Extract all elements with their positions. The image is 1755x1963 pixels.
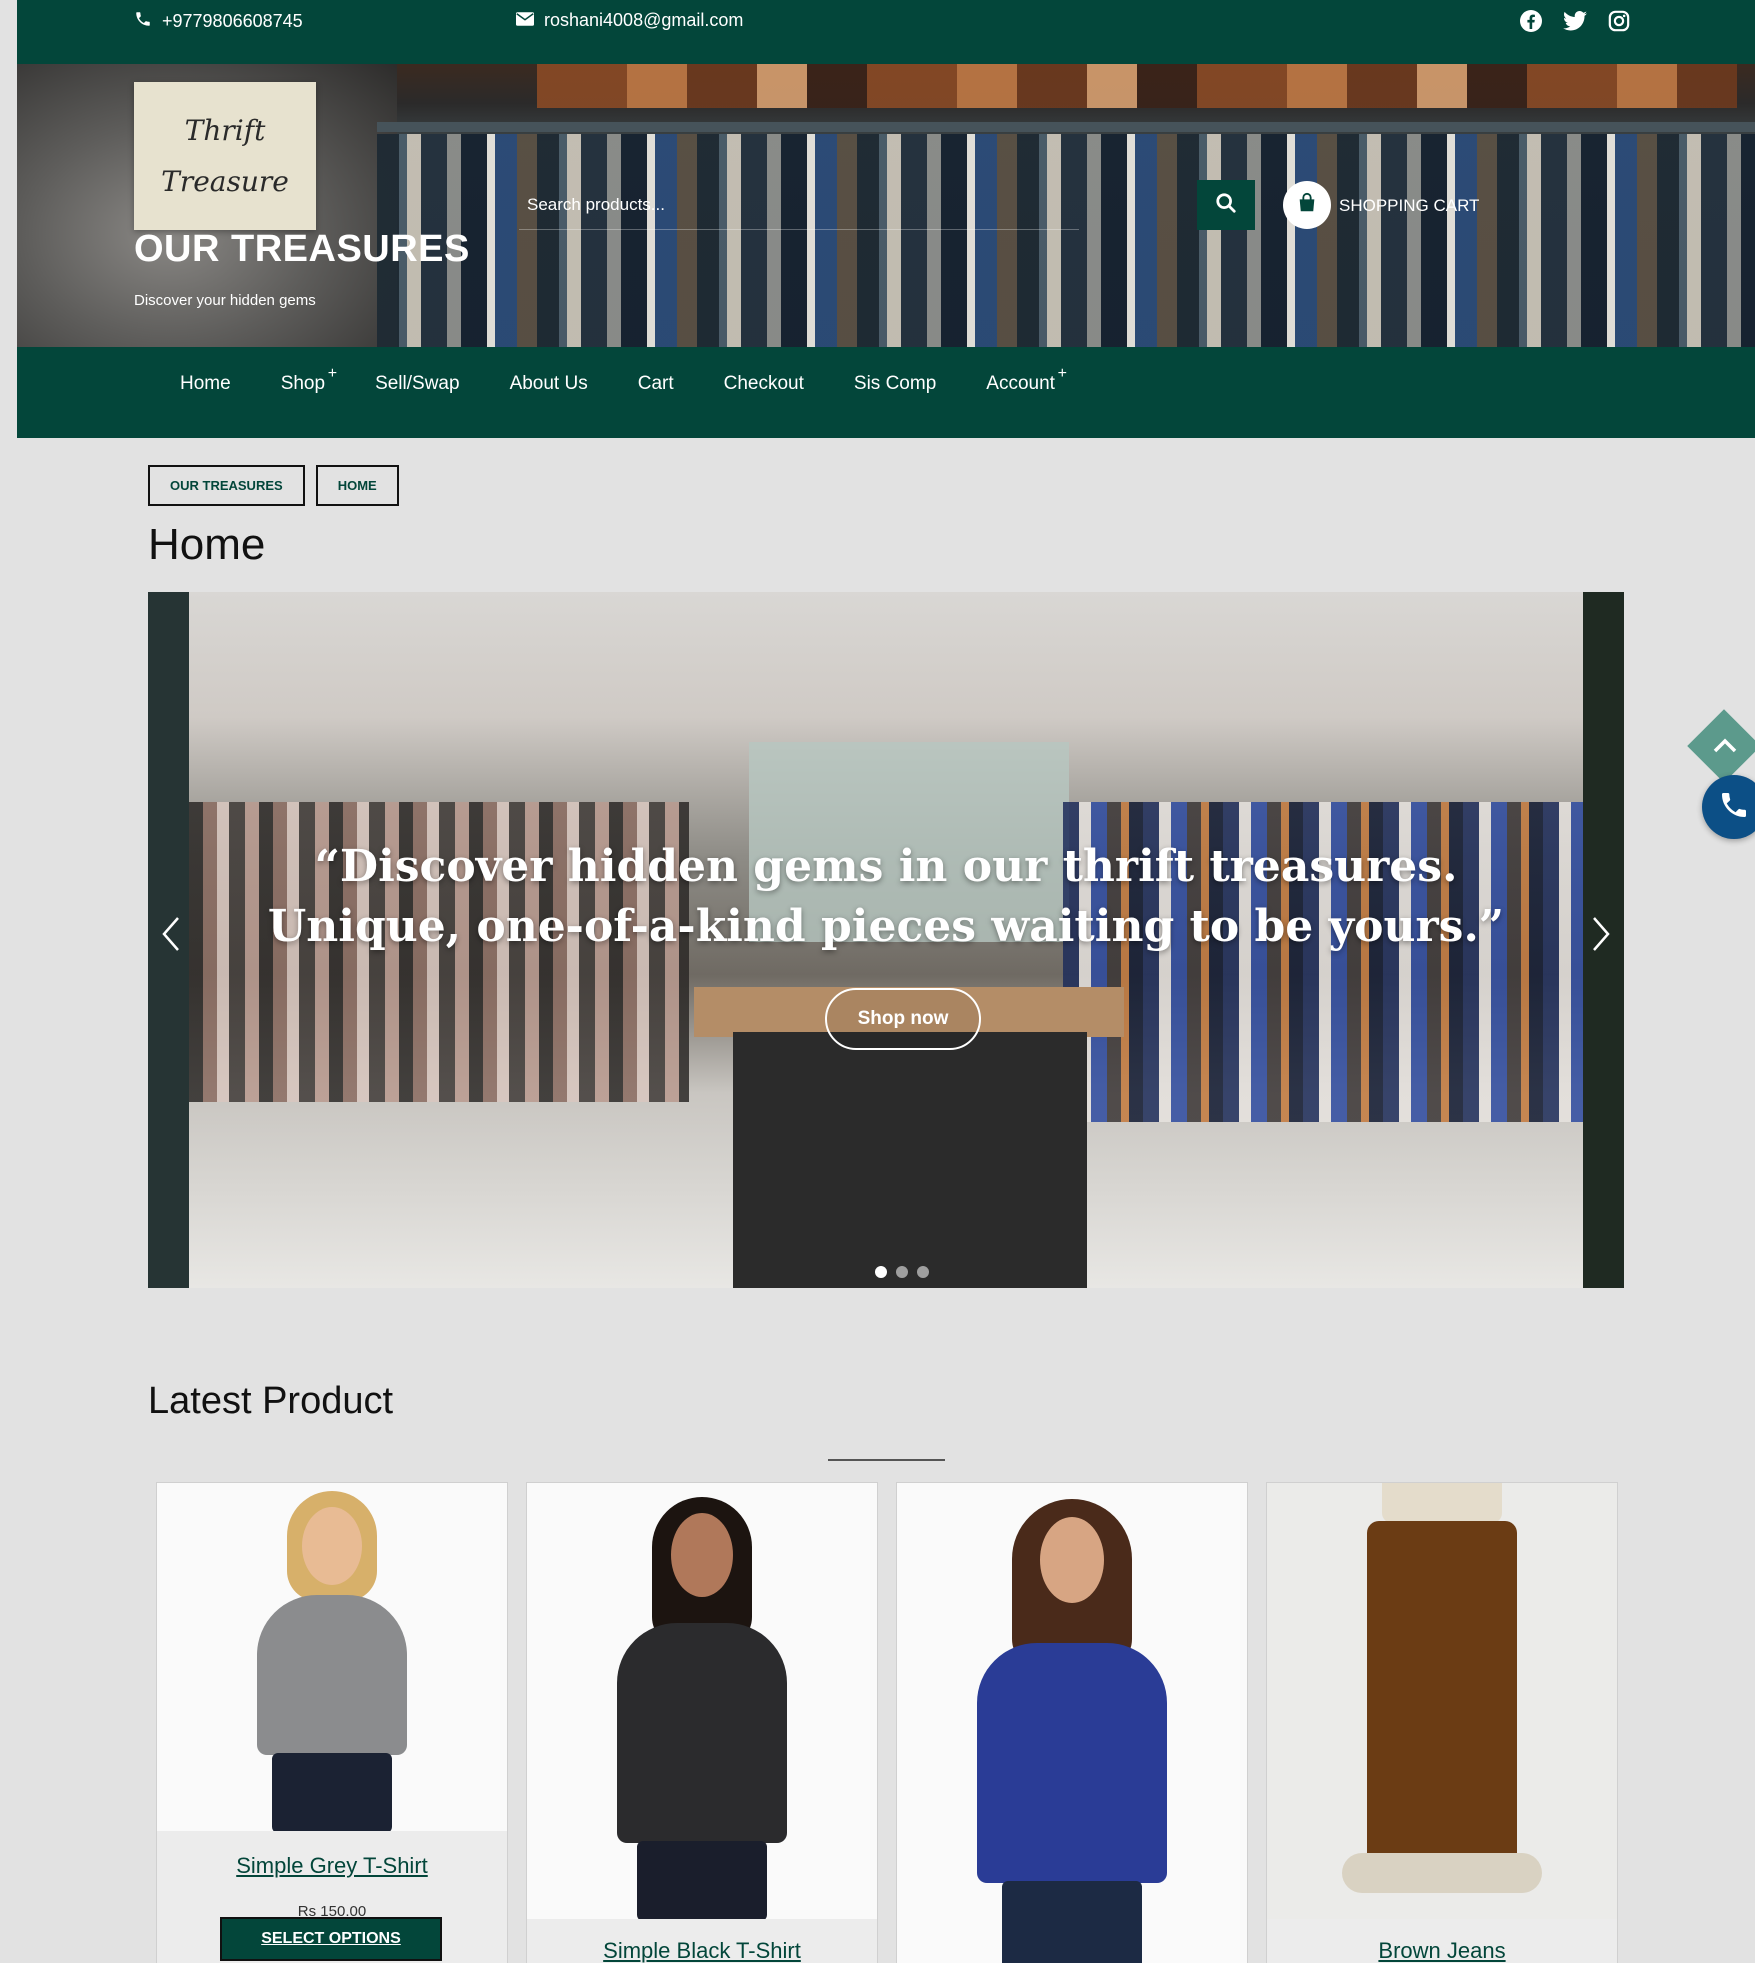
breadcrumb-item[interactable]: OUR TREASURES [148, 465, 305, 506]
latest-product-title: Latest Product [148, 1380, 394, 1422]
nav-label: Shop [280, 373, 326, 394]
instagram-icon[interactable] [1606, 8, 1632, 34]
product-image[interactable] [897, 1483, 1247, 1963]
phone-contact[interactable]: +9779806608745 [134, 10, 303, 33]
slide-quote: “Discover hidden gems in our thrift trea… [267, 841, 1505, 952]
product-image[interactable] [527, 1483, 877, 1919]
search-icon [1215, 192, 1237, 219]
slider-dots [875, 1266, 929, 1278]
mail-icon [516, 10, 534, 31]
page: +9779806608745 roshani4008@gmail.com Thr… [17, 0, 1755, 1963]
nav-label: Checkout [723, 373, 804, 394]
model-shoes [1342, 1853, 1542, 1893]
model-shirt [977, 1643, 1167, 1883]
site-tagline: Discover your hidden gems [134, 292, 316, 309]
social-links [1518, 8, 1632, 34]
hero-slider: “Discover hidden gems in our thrift trea… [148, 592, 1624, 1288]
model-pants [1367, 1521, 1517, 1861]
call-button[interactable] [1702, 775, 1755, 839]
shopping-bag-icon [1296, 192, 1318, 219]
breadcrumb: OUR TREASURES HOME [148, 465, 399, 506]
model-shirt [1382, 1483, 1502, 1523]
main-nav: Home Shop + Sell/Swap About Us Cart Check… [17, 347, 1755, 438]
shop-now-button[interactable]: Shop now [825, 988, 981, 1050]
product-image[interactable] [157, 1483, 507, 1831]
banner-bags-image [537, 64, 1737, 108]
product-name[interactable]: Brown Jeans [1267, 1938, 1617, 1963]
nav-item-about-us[interactable]: About Us [510, 373, 588, 395]
product-name[interactable]: Simple Black T-Shirt [527, 1938, 877, 1963]
nav-item-checkout[interactable]: Checkout [724, 373, 804, 395]
cart-button[interactable] [1283, 181, 1331, 229]
nav-item-account[interactable]: Account + [986, 365, 1067, 395]
logo-line-1: Thrift [184, 114, 266, 147]
product-card: Simple Grey T-Shirt Rs 150.00 SELECT OPT… [156, 1482, 508, 1963]
nav-item-sis-comp[interactable]: Sis Comp [854, 373, 936, 395]
slider-dot[interactable] [917, 1266, 929, 1278]
twitter-icon[interactable] [1562, 8, 1588, 34]
email-contact[interactable]: roshani4008@gmail.com [516, 10, 743, 31]
phone-icon [1718, 789, 1750, 826]
submenu-plus-icon[interactable]: + [328, 365, 337, 383]
cart-label[interactable]: SHOPPING CART [1339, 196, 1479, 216]
product-card: Brown Jeans [1266, 1482, 1618, 1963]
model-face [1040, 1517, 1104, 1603]
product-card: Simple Black T-Shirt [526, 1482, 878, 1963]
select-options-button[interactable]: SELECT OPTIONS [220, 1917, 442, 1961]
slider-prev-button[interactable] [154, 914, 188, 964]
breadcrumb-item[interactable]: HOME [315, 465, 399, 506]
model-jeans [637, 1841, 767, 1919]
phone-icon [134, 10, 152, 33]
search-button[interactable] [1197, 180, 1255, 230]
search-input[interactable] [519, 180, 1079, 230]
model-jeans [272, 1753, 392, 1831]
phone-number: +9779806608745 [162, 11, 303, 31]
model-face [671, 1513, 733, 1597]
banner-shelf [377, 122, 1755, 132]
chevron-up-icon[interactable] [1707, 727, 1743, 763]
top-bar: +9779806608745 roshani4008@gmail.com [17, 0, 1755, 64]
banner-clothes-image [377, 134, 1755, 347]
product-name[interactable]: Simple Grey T-Shirt [157, 1853, 507, 1879]
product-image[interactable] [1267, 1483, 1617, 1919]
site-logo[interactable]: Thrift Treasure [134, 82, 316, 230]
chevron-left-icon [160, 916, 182, 962]
page-title: Home [148, 520, 266, 569]
model-jeans [1002, 1881, 1142, 1963]
chevron-right-icon [1590, 916, 1612, 962]
facebook-icon[interactable] [1518, 8, 1544, 34]
model-shirt [257, 1595, 407, 1755]
section-divider [828, 1459, 945, 1461]
nav-item-cart[interactable]: Cart [638, 373, 674, 395]
nav-label: About Us [509, 373, 588, 394]
logo-line-2: Treasure [161, 165, 289, 198]
submenu-plus-icon[interactable]: + [1058, 365, 1067, 383]
site-title[interactable]: OUR TREASURES [134, 228, 470, 271]
model-shirt [617, 1623, 787, 1843]
email-address: roshani4008@gmail.com [544, 10, 744, 30]
product-card [896, 1482, 1248, 1963]
nav-label: Cart [637, 373, 674, 394]
nav-label: Home [180, 373, 231, 394]
slide-table [733, 1032, 1087, 1288]
slider-next-button[interactable] [1584, 914, 1618, 964]
slider-dot[interactable] [875, 1266, 887, 1278]
nav-item-shop[interactable]: Shop + [280, 365, 337, 395]
nav-item-home[interactable]: Home [180, 373, 231, 395]
nav-label: Account [986, 373, 1055, 394]
nav-label: Sis Comp [853, 373, 937, 394]
slider-dot[interactable] [896, 1266, 908, 1278]
nav-item-sell-swap[interactable]: Sell/Swap [375, 373, 460, 395]
nav-label: Sell/Swap [375, 373, 460, 394]
model-face [302, 1507, 362, 1585]
